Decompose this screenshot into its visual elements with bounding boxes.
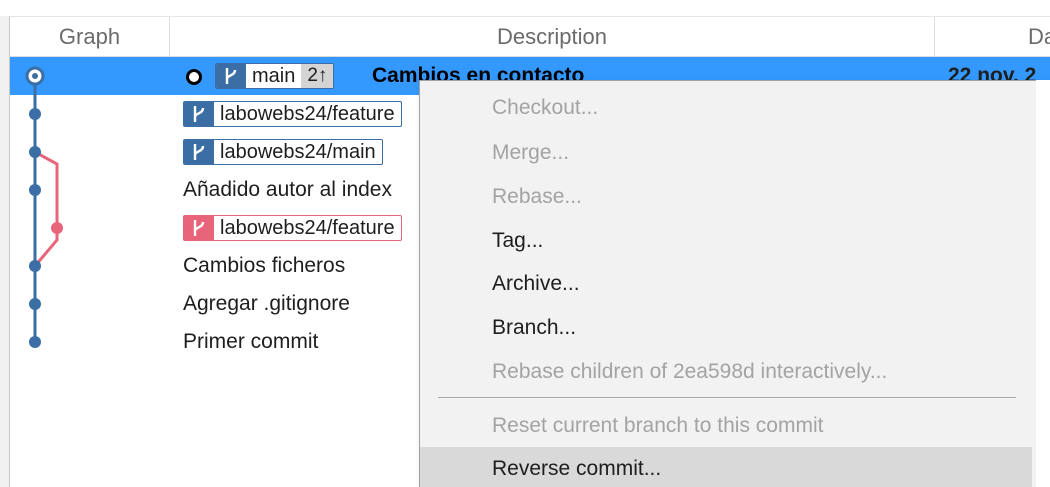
column-header-date[interactable]: Da xyxy=(935,17,1050,56)
commit-description: Cambios ficheros xyxy=(183,254,346,277)
column-header-graph[interactable]: Graph xyxy=(10,17,170,56)
graph-commit-node[interactable] xyxy=(51,222,63,234)
context-menu: Checkout... Merge... Rebase... Tag... Ar… xyxy=(419,80,1050,487)
branch-icon xyxy=(184,216,214,240)
menu-item-rebase[interactable]: Rebase... xyxy=(420,175,1032,219)
branch-ref-label: main xyxy=(252,65,296,87)
menu-item-rebase-children[interactable]: Rebase children of 2ea598d interactively… xyxy=(420,350,1032,394)
branch-ref-label: labowebs24/main xyxy=(220,141,376,163)
menu-item-checkout[interactable]: Checkout... xyxy=(420,86,1032,130)
menu-item-reverse-commit[interactable]: Reverse commit... xyxy=(420,447,1032,487)
graph-commit-node[interactable] xyxy=(29,184,41,196)
branch-ref-labowebs24-feature[interactable]: labowebs24/feature xyxy=(183,101,402,127)
branch-ref-labowebs24-main[interactable]: labowebs24/main xyxy=(183,139,383,165)
menu-item-merge[interactable]: Merge... xyxy=(420,131,1032,175)
branch-ref-labowebs24-feature[interactable]: labowebs24/feature xyxy=(183,215,402,241)
graph-commit-node[interactable] xyxy=(29,298,41,310)
branch-ref-label: labowebs24/feature xyxy=(220,103,395,125)
graph-commit-node[interactable] xyxy=(29,336,41,348)
date-column-clip xyxy=(1040,95,1050,355)
graph-branch-line-feature xyxy=(33,150,59,267)
branch-icon xyxy=(216,64,246,88)
graph-head-commit-center xyxy=(32,73,38,79)
commit-graph xyxy=(25,66,63,348)
branch-ref-label: labowebs24/feature xyxy=(220,217,395,239)
graph-commit-node[interactable] xyxy=(29,146,41,158)
branch-ref-main[interactable]: main 2↑ xyxy=(215,63,335,89)
menu-separator xyxy=(438,397,1016,398)
window-left-edge xyxy=(0,16,10,487)
top-strip xyxy=(0,0,1050,17)
column-header: Graph Description Da xyxy=(10,17,1050,57)
commit-description: Añadido autor al index xyxy=(183,178,392,201)
menu-item-tag[interactable]: Tag... xyxy=(420,219,1032,263)
graph-commit-node[interactable] xyxy=(29,260,41,272)
ahead-count-badge: 2↑ xyxy=(301,64,334,88)
head-commit-icon xyxy=(186,69,202,85)
menu-item-branch[interactable]: Branch... xyxy=(420,306,1032,350)
git-log-window: Graph Description Da main 2↑ Cambios en … xyxy=(0,0,1050,487)
commit-description: Primer commit xyxy=(183,330,319,353)
menu-item-archive[interactable]: Archive... xyxy=(420,262,1032,306)
menu-item-reset-branch[interactable]: Reset current branch to this commit xyxy=(420,404,1032,448)
column-header-description[interactable]: Description xyxy=(170,17,935,56)
branch-icon xyxy=(184,140,214,164)
graph-commit-node[interactable] xyxy=(29,108,41,120)
commit-description: Agregar .gitignore xyxy=(183,292,350,315)
branch-icon xyxy=(184,102,214,126)
